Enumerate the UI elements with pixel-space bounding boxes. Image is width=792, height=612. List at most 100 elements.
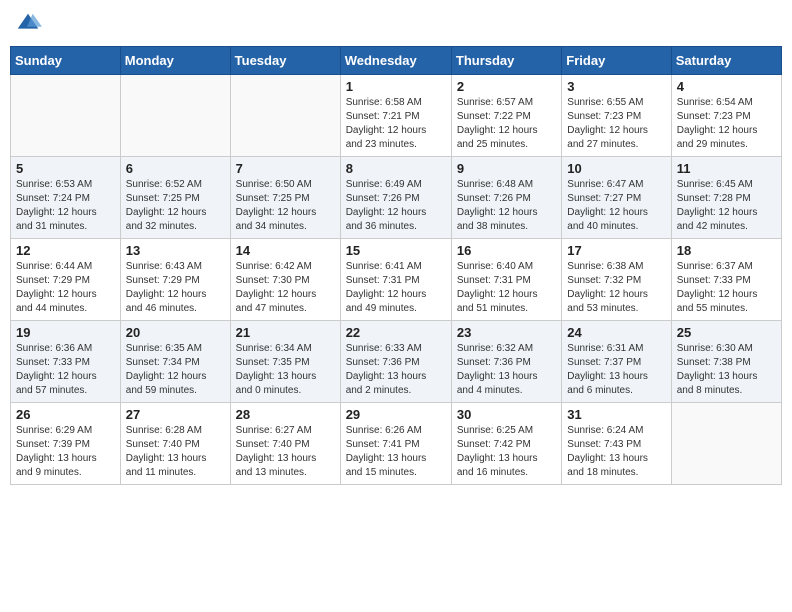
day-info: Sunrise: 6:29 AM Sunset: 7:39 PM Dayligh… [16, 424, 115, 480]
day-info: Sunrise: 6:25 AM Sunset: 7:42 PM Dayligh… [457, 424, 556, 480]
calendar-header-row: SundayMondayTuesdayWednesdayThursdayFrid… [11, 47, 782, 75]
day-info: Sunrise: 6:38 AM Sunset: 7:32 PM Dayligh… [567, 260, 665, 316]
calendar-cell: 4Sunrise: 6:54 AM Sunset: 7:23 PM Daylig… [671, 75, 781, 157]
calendar-cell: 26 Sunrise: 6:29 AM Sunset: 7:39 PM Dayli… [11, 403, 121, 485]
calendar-cell [11, 75, 121, 157]
day-number: 19 [16, 325, 115, 340]
day-info: Sunrise: 6:45 AM Sunset: 7:28 PM Dayligh… [677, 178, 776, 234]
day-number: 27 [126, 407, 225, 422]
day-number: 26 [16, 407, 115, 422]
day-info: Sunrise: 6:42 AM Sunset: 7:30 PM Dayligh… [236, 260, 335, 316]
calendar-cell: 16 Sunrise: 6:40 AM Sunset: 7:31 PM Dayli… [451, 239, 561, 321]
calendar-cell: 1 Sunrise: 6:58 AM Sunset: 7:21 PM Daylig… [340, 75, 451, 157]
day-number: 28 [236, 407, 335, 422]
day-info: Sunrise: 6:48 AM Sunset: 7:26 PM Dayligh… [457, 178, 556, 234]
calendar-cell: 31 Sunrise: 6:24 AM Sunset: 7:43 PM Dayli… [562, 403, 671, 485]
calendar-cell: 22 Sunrise: 6:33 AM Sunset: 7:36 PM Dayli… [340, 321, 451, 403]
calendar-cell: 19 Sunrise: 6:36 AM Sunset: 7:33 PM Dayli… [11, 321, 121, 403]
day-number: 2 [457, 79, 556, 94]
day-number: 14 [236, 243, 335, 258]
day-info: Sunrise: 6:36 AM Sunset: 7:33 PM Dayligh… [16, 342, 115, 398]
day-number: 1 [346, 79, 446, 94]
day-number: 16 [457, 243, 556, 258]
day-info: Sunrise: 6:44 AM Sunset: 7:29 PM Dayligh… [16, 260, 115, 316]
day-number: 9 [457, 161, 556, 176]
day-info: Sunrise: 6:40 AM Sunset: 7:31 PM Dayligh… [457, 260, 556, 316]
day-info: Sunrise: 6:32 AM Sunset: 7:36 PM Dayligh… [457, 342, 556, 398]
header-monday: Monday [120, 47, 230, 75]
header-friday: Friday [562, 47, 671, 75]
calendar-cell: 15 Sunrise: 6:41 AM Sunset: 7:31 PM Dayli… [340, 239, 451, 321]
day-number: 20 [126, 325, 225, 340]
calendar-cell: 25Sunrise: 6:30 AM Sunset: 7:38 PM Dayli… [671, 321, 781, 403]
calendar-cell: 17Sunrise: 6:38 AM Sunset: 7:32 PM Dayli… [562, 239, 671, 321]
day-number: 31 [567, 407, 665, 422]
calendar-cell: 12 Sunrise: 6:44 AM Sunset: 7:29 PM Dayli… [11, 239, 121, 321]
day-number: 29 [346, 407, 446, 422]
calendar-cell: 24 Sunrise: 6:31 AM Sunset: 7:37 PM Dayli… [562, 321, 671, 403]
day-info: Sunrise: 6:47 AM Sunset: 7:27 PM Dayligh… [567, 178, 665, 234]
day-number: 23 [457, 325, 556, 340]
day-info: Sunrise: 6:58 AM Sunset: 7:21 PM Dayligh… [346, 96, 446, 152]
calendar-cell: 27 Sunrise: 6:28 AM Sunset: 7:40 PM Dayli… [120, 403, 230, 485]
calendar-cell: 9 Sunrise: 6:48 AM Sunset: 7:26 PM Daylig… [451, 157, 561, 239]
header-saturday: Saturday [671, 47, 781, 75]
day-info: Sunrise: 6:28 AM Sunset: 7:40 PM Dayligh… [126, 424, 225, 480]
day-info: Sunrise: 6:55 AM Sunset: 7:23 PM Dayligh… [567, 96, 665, 152]
day-info: Sunrise: 6:26 AM Sunset: 7:41 PM Dayligh… [346, 424, 446, 480]
day-info: Sunrise: 6:49 AM Sunset: 7:26 PM Dayligh… [346, 178, 446, 234]
header-wednesday: Wednesday [340, 47, 451, 75]
calendar-cell: 11 Sunrise: 6:45 AM Sunset: 7:28 PM Dayli… [671, 157, 781, 239]
day-number: 12 [16, 243, 115, 258]
header-thursday: Thursday [451, 47, 561, 75]
day-number: 7 [236, 161, 335, 176]
day-info: Sunrise: 6:27 AM Sunset: 7:40 PM Dayligh… [236, 424, 335, 480]
day-info: Sunrise: 6:41 AM Sunset: 7:31 PM Dayligh… [346, 260, 446, 316]
day-number: 24 [567, 325, 665, 340]
calendar-cell: 5 Sunrise: 6:53 AM Sunset: 7:24 PM Daylig… [11, 157, 121, 239]
day-info: Sunrise: 6:52 AM Sunset: 7:25 PM Dayligh… [126, 178, 225, 234]
day-info: Sunrise: 6:53 AM Sunset: 7:24 PM Dayligh… [16, 178, 115, 234]
header-sunday: Sunday [11, 47, 121, 75]
day-info: Sunrise: 6:33 AM Sunset: 7:36 PM Dayligh… [346, 342, 446, 398]
calendar-cell: 10 Sunrise: 6:47 AM Sunset: 7:27 PM Dayli… [562, 157, 671, 239]
logo [14, 10, 46, 38]
day-number: 5 [16, 161, 115, 176]
logo-icon [14, 10, 42, 38]
day-info: Sunrise: 6:50 AM Sunset: 7:25 PM Dayligh… [236, 178, 335, 234]
calendar-cell: 6Sunrise: 6:52 AM Sunset: 7:25 PM Daylig… [120, 157, 230, 239]
day-info: Sunrise: 6:57 AM Sunset: 7:22 PM Dayligh… [457, 96, 556, 152]
calendar-cell: 21Sunrise: 6:34 AM Sunset: 7:35 PM Dayli… [230, 321, 340, 403]
calendar-cell: 28 Sunrise: 6:27 AM Sunset: 7:40 PM Dayli… [230, 403, 340, 485]
day-number: 8 [346, 161, 446, 176]
day-number: 18 [677, 243, 776, 258]
day-number: 11 [677, 161, 776, 176]
day-info: Sunrise: 6:37 AM Sunset: 7:33 PM Dayligh… [677, 260, 776, 316]
calendar-cell: 7 Sunrise: 6:50 AM Sunset: 7:25 PM Daylig… [230, 157, 340, 239]
calendar-cell [230, 75, 340, 157]
calendar-week-row: 19 Sunrise: 6:36 AM Sunset: 7:33 PM Dayli… [11, 321, 782, 403]
page-header [10, 10, 782, 38]
calendar-cell: 13Sunrise: 6:43 AM Sunset: 7:29 PM Dayli… [120, 239, 230, 321]
header-tuesday: Tuesday [230, 47, 340, 75]
day-info: Sunrise: 6:24 AM Sunset: 7:43 PM Dayligh… [567, 424, 665, 480]
calendar-table: SundayMondayTuesdayWednesdayThursdayFrid… [10, 46, 782, 485]
day-info: Sunrise: 6:54 AM Sunset: 7:23 PM Dayligh… [677, 96, 776, 152]
calendar-cell: 3 Sunrise: 6:55 AM Sunset: 7:23 PM Daylig… [562, 75, 671, 157]
calendar-cell: 20 Sunrise: 6:35 AM Sunset: 7:34 PM Dayli… [120, 321, 230, 403]
calendar-week-row: 26 Sunrise: 6:29 AM Sunset: 7:39 PM Dayli… [11, 403, 782, 485]
day-number: 30 [457, 407, 556, 422]
day-number: 15 [346, 243, 446, 258]
calendar-cell: 23 Sunrise: 6:32 AM Sunset: 7:36 PM Dayli… [451, 321, 561, 403]
day-info: Sunrise: 6:31 AM Sunset: 7:37 PM Dayligh… [567, 342, 665, 398]
day-number: 13 [126, 243, 225, 258]
day-number: 22 [346, 325, 446, 340]
day-number: 10 [567, 161, 665, 176]
day-info: Sunrise: 6:35 AM Sunset: 7:34 PM Dayligh… [126, 342, 225, 398]
day-number: 3 [567, 79, 665, 94]
calendar-week-row: 5 Sunrise: 6:53 AM Sunset: 7:24 PM Daylig… [11, 157, 782, 239]
calendar-week-row: 12 Sunrise: 6:44 AM Sunset: 7:29 PM Dayli… [11, 239, 782, 321]
calendar-cell [120, 75, 230, 157]
day-info: Sunrise: 6:30 AM Sunset: 7:38 PM Dayligh… [677, 342, 776, 398]
calendar-cell: 18 Sunrise: 6:37 AM Sunset: 7:33 PM Dayli… [671, 239, 781, 321]
